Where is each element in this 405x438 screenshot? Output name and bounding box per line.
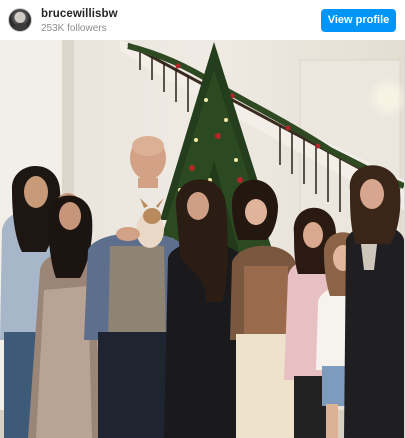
post-header: brucewillisbw 253K followers View profil… [0,0,405,40]
family-photo [0,40,404,438]
profile-avatar[interactable] [8,8,32,32]
follower-count: 253K followers [41,23,107,34]
username-link[interactable]: brucewillisbw [41,8,118,20]
wall-lamp [382,90,394,106]
post-photo[interactable] [0,40,404,438]
avatar-body [12,23,30,31]
avatar-face [16,13,25,23]
instagram-embed: brucewillisbw 253K followers View profil… [0,0,405,438]
person-8 [344,165,404,438]
view-profile-button[interactable]: View profile [321,9,396,32]
